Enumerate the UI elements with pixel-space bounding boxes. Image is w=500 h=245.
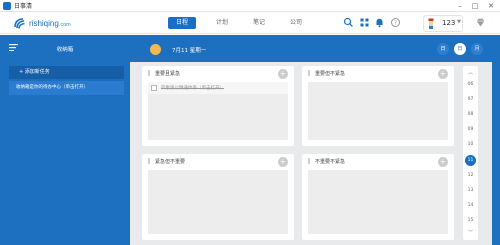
hour-item[interactable]: 13	[463, 186, 478, 196]
quadrant-title: 重要且紧急	[155, 71, 181, 77]
drag-handle-icon[interactable]	[308, 158, 310, 164]
hour-scroll-up-icon[interactable]: ︿	[466, 69, 475, 76]
quadrant-urgent-not-important: 紧急但不重要 +	[142, 154, 294, 240]
maximize-button[interactable]: □	[468, 0, 482, 12]
tab-notes[interactable]: 笔记	[245, 17, 273, 29]
logo-suffix: .com	[58, 21, 71, 28]
tab-schedule[interactable]: 日程	[168, 17, 196, 29]
sidebar-title: 收纳箱	[56, 47, 74, 53]
view-week-button[interactable]: 日	[454, 43, 466, 55]
diamond-icon[interactable]	[475, 17, 486, 28]
quadrant-task-list: 四象限以精通体系（单击打开）	[148, 82, 288, 140]
quadrant-task-list	[148, 170, 288, 234]
minimize-button[interactable]: –	[453, 0, 467, 12]
weather-sun-icon	[150, 44, 161, 55]
add-task-plus-button[interactable]: +	[438, 157, 448, 167]
quadrant-task-list	[308, 82, 448, 140]
hour-item[interactable]: 14	[463, 201, 478, 211]
view-month-button[interactable]: 月	[471, 43, 483, 55]
top-nav: rishiqing.com 日程 计划 笔记 公司 ? 123 ▼	[0, 12, 500, 34]
avatar	[428, 18, 434, 29]
user-menu[interactable]: 123 ▼	[423, 15, 463, 32]
grid-icon[interactable]	[359, 17, 370, 28]
hour-item[interactable]: 15	[463, 216, 478, 226]
hour-item[interactable]: 10	[463, 140, 478, 150]
task-text: 四象限以精通体系（单击打开）	[161, 86, 224, 91]
task-item[interactable]: 四象限以精通体系（单击打开）	[148, 82, 288, 94]
current-date[interactable]: 7月11 星期一	[172, 46, 206, 54]
chevron-down-icon: ▼	[457, 19, 461, 25]
close-button[interactable]: ✕	[484, 0, 498, 12]
quadrant-task-list	[308, 170, 448, 234]
sidebar-item-inbox[interactable]: 收纳箱是你的待办中心（单击打开）	[9, 81, 124, 95]
bell-icon[interactable]	[374, 17, 385, 28]
right-edge-panel	[492, 35, 500, 245]
search-icon[interactable]	[343, 17, 354, 28]
quadrant-important-urgent: 重要且紧急 + 四象限以精通体系（单击打开）	[142, 66, 294, 146]
add-task-plus-button[interactable]: +	[278, 69, 288, 79]
tab-company[interactable]: 公司	[282, 17, 310, 29]
svg-text:?: ?	[394, 21, 397, 27]
quadrant-important-not-urgent: 重要但不紧急 +	[302, 66, 454, 146]
window-title: 日事清	[14, 3, 33, 10]
hour-item[interactable]: 12	[463, 171, 478, 181]
add-task-button[interactable]: + 添加新任务	[9, 66, 124, 79]
help-icon[interactable]: ?	[390, 17, 401, 28]
main-area: 7月11 星期一 日 日 月 重要且紧急 + 四象限以精通体系（单击打开） 重要…	[130, 35, 500, 245]
logo-icon	[14, 18, 25, 29]
quadrant-title: 紧急但不重要	[155, 159, 186, 165]
logo[interactable]: rishiqing.com	[12, 16, 71, 30]
view-day-button[interactable]: 日	[437, 43, 449, 55]
hour-item[interactable]: 06	[463, 80, 478, 90]
main-header: 7月11 星期一 日 日 月	[130, 35, 500, 62]
task-checkbox[interactable]	[151, 85, 157, 91]
app-icon	[3, 2, 11, 10]
quadrant-not-important-not-urgent: 不重要不紧急 +	[302, 154, 454, 240]
quadrant-title: 重要但不紧急	[315, 71, 346, 77]
drag-handle-icon[interactable]	[308, 70, 310, 76]
add-task-plus-button[interactable]: +	[278, 157, 288, 167]
logo-text: rishiqing	[29, 18, 59, 28]
hour-item-selected[interactable]: 11	[465, 155, 476, 166]
quadrant-title: 不重要不紧急	[315, 159, 346, 165]
drag-handle-icon[interactable]	[148, 70, 150, 76]
hour-picker: ︿ 06 07 08 09 10 11 12 13 14 15 ﹀	[463, 66, 478, 240]
hour-item[interactable]: 09	[463, 125, 478, 135]
drag-handle-icon[interactable]	[148, 158, 150, 164]
sidebar: 收纳箱 + 添加新任务 收纳箱是你的待办中心（单击打开）	[0, 35, 130, 245]
hour-item[interactable]: 07	[463, 95, 478, 105]
add-task-plus-button[interactable]: +	[438, 69, 448, 79]
window-titlebar: 日事清 – □ ✕	[0, 0, 500, 12]
hour-scroll-down-icon[interactable]: ﹀	[466, 229, 475, 236]
tab-plan[interactable]: 计划	[208, 17, 236, 29]
hour-item[interactable]: 08	[463, 110, 478, 120]
user-name: 123	[442, 19, 456, 27]
